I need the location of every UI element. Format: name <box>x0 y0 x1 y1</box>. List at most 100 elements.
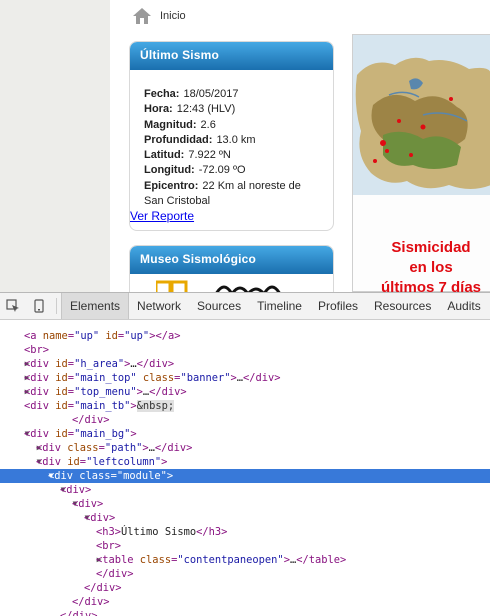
dom-node[interactable]: </div> <box>0 609 490 616</box>
dom-token: "up" <box>124 330 150 342</box>
dom-node-text: </div> <box>72 413 110 427</box>
dom-token: </table> <box>296 554 347 566</box>
website-viewport: Inicio Último Sismo Fecha: 18/05/2017 Hor… <box>0 0 490 292</box>
museum-module: Museo Sismológico <box>129 245 334 292</box>
dom-node[interactable]: ▼ <div id="main_bg"> <box>0 427 490 441</box>
museum-title: Museo Sismológico <box>130 246 333 274</box>
dom-node[interactable]: ▼ <div> <box>0 511 490 525</box>
dom-token: <br> <box>96 540 122 552</box>
dom-token: "up" <box>74 330 100 342</box>
dom-token: <table <box>96 554 140 566</box>
dom-token: </div> <box>60 610 98 616</box>
tab-resources[interactable]: Resources <box>366 293 439 319</box>
quake-row-latitude: Latitud: 7.922 ºN <box>144 149 231 162</box>
dom-node[interactable]: <br> <box>0 539 490 553</box>
dom-token: </div> <box>149 386 187 398</box>
quake-details: Fecha: 18/05/2017 Hora: 12:43 (HLV) Magnit… <box>130 70 333 209</box>
dom-token: <br> <box>24 344 50 356</box>
dom-node-text: <div id="h_area">…</div> <box>24 357 174 371</box>
tab-audits[interactable]: Audits <box>439 293 488 319</box>
dom-node-text: <div> <box>72 497 103 511</box>
dom-token: Último Sismo <box>121 526 197 538</box>
dom-token: > <box>130 428 137 440</box>
quake-row-epicenter-cont: San Cristobal <box>144 195 211 208</box>
dom-token: </div> <box>96 568 134 580</box>
dom-node[interactable]: </div> <box>0 413 490 427</box>
dom-node-text: <table class="contentpaneopen">…</table> <box>96 553 346 567</box>
map-caption-line3: últimos 7 días <box>380 279 482 292</box>
dom-node[interactable]: ▶ <div id="top_menu">…</div> <box>0 385 490 399</box>
quake-row-date: Fecha: 18/05/2017 <box>144 88 239 100</box>
last-quake-module: Último Sismo Fecha: 18/05/2017 Hora: 12:43… <box>129 41 334 231</box>
dom-token: id <box>105 330 118 342</box>
dom-token: "h_area" <box>74 358 125 370</box>
tab-profiles[interactable]: Profiles <box>310 293 366 319</box>
dom-node[interactable]: ▼ <div> <box>0 497 490 511</box>
dom-token: class <box>142 372 175 384</box>
dom-token: class <box>79 470 111 482</box>
dom-node-text: <h3>Último Sismo</h3> <box>96 525 227 539</box>
dom-node[interactable]: </div> <box>0 581 490 595</box>
dom-node[interactable]: <a name="up" id="up"></a> <box>0 329 490 343</box>
breadcrumb-home-link[interactable]: Inicio <box>160 10 186 22</box>
quake-row-depth: Profundidad: 13.0 km <box>144 133 256 146</box>
dom-node-selected[interactable]: ▼ <div class="module"> <box>0 469 490 483</box>
dom-node[interactable]: <div id="main_tb">&nbsp; <box>0 399 490 413</box>
tab-network[interactable]: Network <box>129 293 189 319</box>
dom-token: id <box>55 428 68 440</box>
dom-token: </div> <box>72 414 110 426</box>
dom-node-text: <div id="leftcolumn"> <box>36 455 167 469</box>
dom-token: name <box>42 330 68 342</box>
dom-token: </h3> <box>196 526 228 538</box>
dom-token: "main_bg" <box>74 428 131 440</box>
tab-timeline[interactable]: Timeline <box>249 293 310 319</box>
dom-node-text: <br> <box>24 343 49 357</box>
home-icon[interactable] <box>132 7 152 25</box>
last-quake-title: Último Sismo <box>130 42 333 70</box>
dom-node[interactable]: <h3>Último Sismo</h3> <box>0 525 490 539</box>
dom-token: <div <box>24 372 56 384</box>
dom-token: </div> <box>72 596 110 608</box>
dom-node-text: <div id="main_tb">&nbsp; <box>24 399 175 413</box>
dom-node[interactable]: ▶ <div id="h_area">…</div> <box>0 357 490 371</box>
view-report-link[interactable]: Ver Reporte <box>130 209 194 223</box>
map-caption-line1: Sismicidad <box>391 239 471 256</box>
dom-node[interactable]: </div> <box>0 567 490 581</box>
dom-token: </div> <box>243 372 281 384</box>
dom-token: "banner" <box>180 372 231 384</box>
dom-token: "module" <box>116 470 167 482</box>
dom-token: <div <box>24 386 56 398</box>
map-caption: Sismicidad en los últimos 7 días <box>356 238 490 292</box>
dom-token: ></a> <box>149 330 181 342</box>
museum-logo[interactable] <box>156 280 306 292</box>
dom-node-text: </div> <box>72 595 110 609</box>
dom-token: <div> <box>72 498 104 510</box>
dom-node-text: </div> <box>84 581 122 595</box>
dom-node[interactable]: ▶ <table class="contentpaneopen">…</tabl… <box>0 553 490 567</box>
left-gutter <box>0 0 110 292</box>
dom-tree[interactable]: <a name="up" id="up"></a> <br> ▶ <div id=… <box>0 321 490 616</box>
tab-elements[interactable]: Elements <box>61 293 130 319</box>
dom-node[interactable]: ▶ <div class="path">…</div> <box>0 441 490 455</box>
dom-token: "top_menu" <box>74 386 137 398</box>
dom-node-text: <div id="top_menu">…</div> <box>24 385 187 399</box>
dom-node[interactable]: </div> <box>0 595 490 609</box>
quake-row-time: Hora: 12:43 (HLV) <box>144 103 236 116</box>
dom-token: <div <box>24 400 56 412</box>
dom-token: <div> <box>84 512 116 524</box>
dom-token: id <box>55 358 68 370</box>
dom-token: id <box>55 386 68 398</box>
dom-node[interactable]: ▼ <div> <box>0 483 490 497</box>
tab-sources[interactable]: Sources <box>189 293 249 319</box>
inspect-element-icon[interactable] <box>0 293 26 319</box>
dom-node[interactable]: <br> <box>0 343 490 357</box>
device-mode-icon[interactable] <box>26 293 52 319</box>
dom-token: "path" <box>104 442 143 454</box>
dom-token: </div> <box>154 442 193 454</box>
dom-node-text: <br> <box>96 539 121 553</box>
dom-token: </div> <box>136 358 175 370</box>
dom-node[interactable]: ▶ <div id="main_top" class="banner">…</d… <box>0 371 490 385</box>
dom-token: class <box>139 554 172 566</box>
dom-node-text: <a name="up" id="up"></a> <box>24 329 180 343</box>
dom-node[interactable]: ▼ <div id="leftcolumn"> <box>0 455 490 469</box>
